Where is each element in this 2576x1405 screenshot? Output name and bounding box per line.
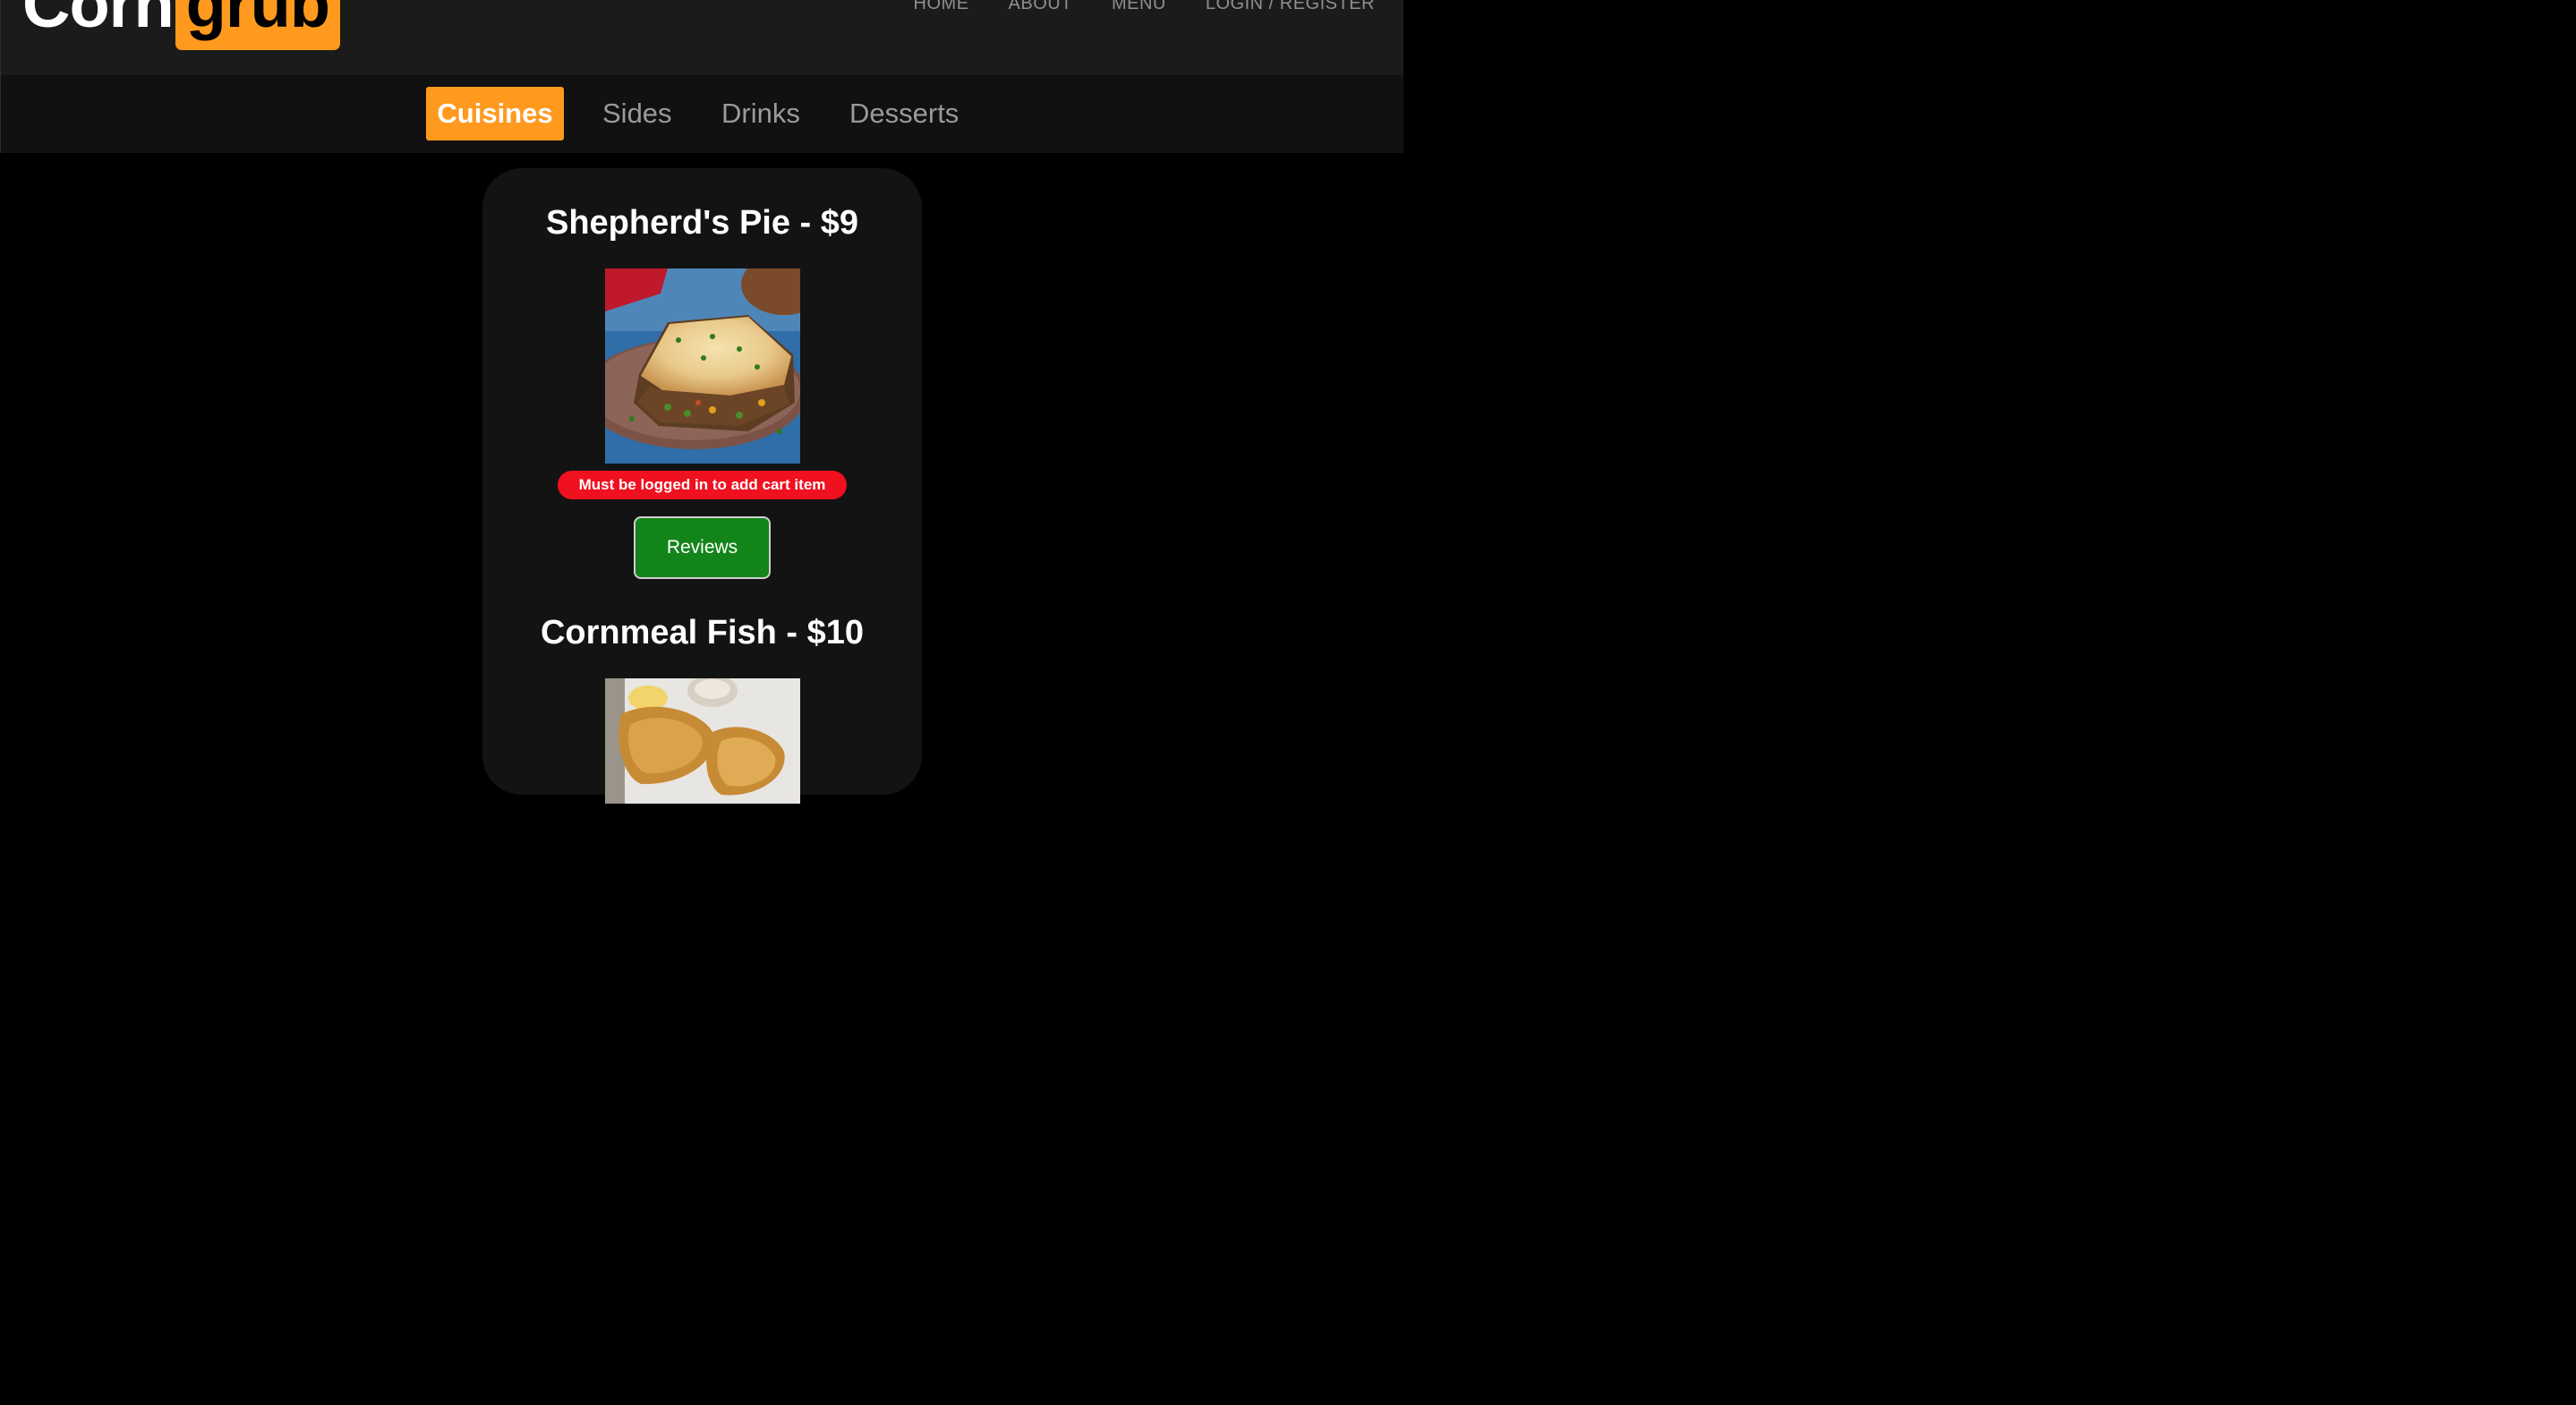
site-logo[interactable]: Corn grub <box>22 0 341 50</box>
reviews-button[interactable]: Reviews <box>634 516 771 579</box>
login-required-warning: Must be logged in to add cart item <box>558 471 847 499</box>
nav-about-link[interactable]: ABOUT <box>1009 0 1072 14</box>
logo-text-main: Corn <box>22 0 175 41</box>
menu-items-card: Shepherd's Pie - $9 Must be logged in to… <box>482 168 922 804</box>
tab-cuisines[interactable]: Cuisines <box>426 87 564 140</box>
nav-login-register-link[interactable]: LOGIN / REGISTER <box>1206 0 1375 14</box>
nav-menu-link[interactable]: MENU <box>1112 0 1166 14</box>
tab-sides[interactable]: Sides <box>602 87 672 140</box>
tab-desserts[interactable]: Desserts <box>849 87 959 140</box>
category-tabs: Cuisines Sides Drinks Desserts <box>0 75 1403 153</box>
item-title-cornmeal-fish: Cornmeal Fish - $10 <box>540 614 865 651</box>
item-title-shepherds-pie: Shepherd's Pie - $9 <box>545 204 859 242</box>
tab-drinks[interactable]: Drinks <box>721 87 800 140</box>
site-header: Corn grub HOME ABOUT MENU LOGIN / REGIST… <box>0 0 1403 75</box>
top-navigation: HOME ABOUT MENU LOGIN / REGISTER <box>914 0 1375 14</box>
shepherds-pie-image <box>605 268 800 464</box>
shepherds-pie-illustration <box>605 268 800 464</box>
nav-home-link[interactable]: HOME <box>914 0 969 14</box>
cornmeal-fish-image <box>605 678 800 804</box>
cornmeal-fish-illustration <box>605 678 800 804</box>
logo-text-highlight: grub <box>175 0 341 50</box>
